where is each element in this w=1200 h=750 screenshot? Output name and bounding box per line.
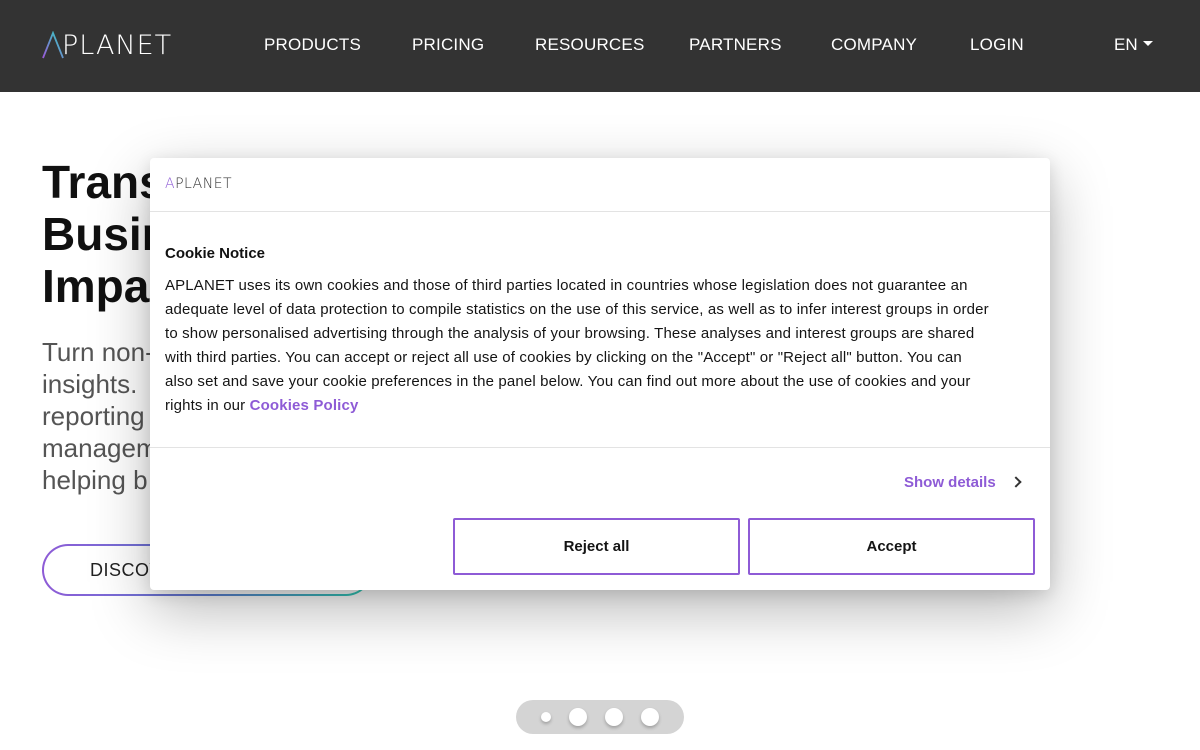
show-details-label: Show details <box>904 474 996 491</box>
show-details-link[interactable]: Show details <box>904 474 1022 491</box>
reject-all-button[interactable]: Reject all <box>453 518 740 575</box>
nav-item-resources[interactable]: RESOURCES <box>535 34 645 56</box>
body-line: also set and save your cookie preference… <box>165 373 971 390</box>
carousel-dot[interactable] <box>541 712 551 722</box>
dialog-header: APLANET <box>150 158 1050 212</box>
body-line: APLANET uses its own cookies and those o… <box>165 277 968 294</box>
caret-down-icon <box>1142 41 1153 47</box>
logo-a-mark-icon <box>42 31 64 59</box>
carousel-dot[interactable] <box>641 708 659 726</box>
language-selector[interactable]: EN <box>1114 34 1153 56</box>
cookies-policy-link[interactable]: Cookies Policy <box>250 397 359 414</box>
carousel-dot[interactable] <box>605 708 623 726</box>
body-line: to show personalised advertising through… <box>165 325 975 342</box>
nav-item-pricing[interactable]: PRICING <box>412 34 484 56</box>
nav-item-login[interactable]: LOGIN <box>970 34 1024 56</box>
nav-item-partners[interactable]: PARTNERS <box>689 34 782 56</box>
dialog-logo: APLANET <box>165 176 233 192</box>
nav-item-company[interactable]: COMPANY <box>831 34 917 56</box>
cookie-consent-dialog: APLANET Cookie Notice APLANET uses its o… <box>150 158 1050 590</box>
carousel-pagination <box>516 700 684 734</box>
top-navigation-bar: PLANET PRODUCTS PRICING RESOURCES PARTNE… <box>0 0 1200 92</box>
dialog-title: Cookie Notice <box>165 245 266 262</box>
language-label: EN <box>1114 35 1138 54</box>
logo-wordmark: PLANET <box>62 30 173 61</box>
dialog-logo-a-mark: A <box>165 176 176 192</box>
aplanet-logo[interactable]: PLANET <box>42 31 182 61</box>
body-line-last: rights in our Cookies Policy <box>165 394 1040 418</box>
chevron-right-icon <box>1010 476 1022 488</box>
dialog-body-text: APLANET uses its own cookies and those o… <box>165 274 1040 418</box>
accept-button[interactable]: Accept <box>748 518 1035 575</box>
nav-item-products[interactable]: PRODUCTS <box>264 34 361 56</box>
carousel-dot[interactable] <box>569 708 587 726</box>
dialog-divider <box>150 447 1050 448</box>
body-line: with third parties. You can accept or re… <box>165 349 962 366</box>
body-line-prefix: rights in our <box>165 397 250 414</box>
body-line: adequate level of data protection to com… <box>165 301 989 318</box>
